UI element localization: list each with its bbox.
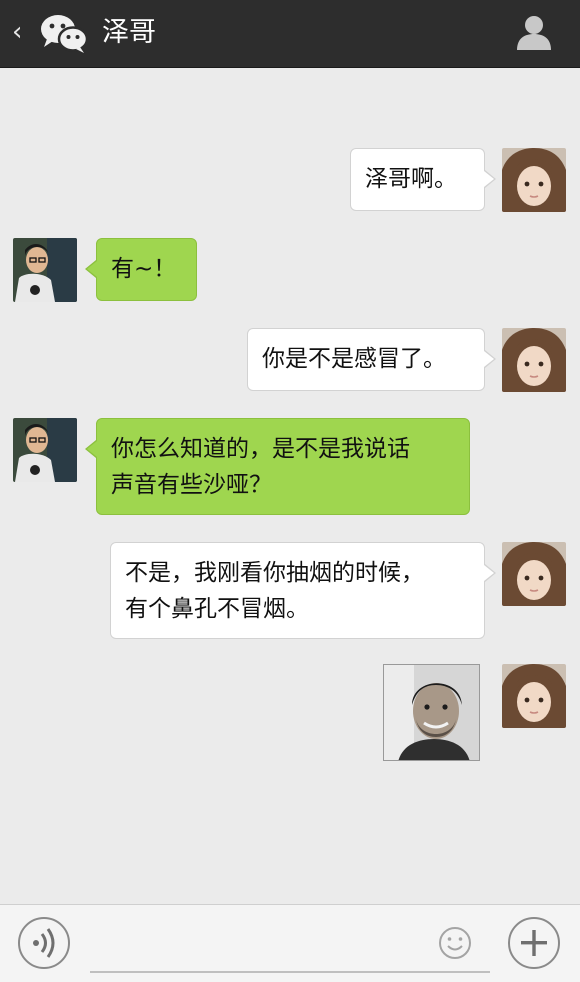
contact-avatar[interactable] xyxy=(13,418,77,482)
smiling-man-photo xyxy=(384,665,479,760)
chevron-left-icon[interactable]: ‹ xyxy=(12,18,22,46)
message-text: 你是不是感冒了。 xyxy=(262,346,446,372)
image-message[interactable] xyxy=(383,664,480,761)
message-input[interactable] xyxy=(90,913,490,973)
message-bubble-incoming[interactable]: 有~！ xyxy=(85,238,197,301)
wechat-logo-icon[interactable] xyxy=(38,11,90,55)
message-text-line-2: 声音有些沙哑？ xyxy=(111,472,272,498)
smiley-icon[interactable] xyxy=(437,925,473,961)
message-bubble-outgoing[interactable]: 你是不是感冒了。 xyxy=(247,328,496,391)
plus-button[interactable] xyxy=(508,917,560,969)
message-bubble-outgoing[interactable]: 不是，我刚看你抽烟的时候， 有个鼻孔不冒烟。 xyxy=(110,542,496,639)
chat-title: 泽哥 xyxy=(102,17,156,48)
contact-avatar[interactable] xyxy=(13,238,77,302)
message-bubble-incoming[interactable]: 你怎么知道的，是不是我说话 声音有些沙哑？ xyxy=(85,418,470,515)
plus-icon xyxy=(521,930,547,956)
message-text: 有~！ xyxy=(111,256,177,282)
message-text-line-1: 你怎么知道的，是不是我说话 xyxy=(111,436,410,462)
my-avatar[interactable] xyxy=(502,148,566,212)
message-text: 泽哥啊。 xyxy=(365,166,457,192)
message-text-line-2: 有个鼻孔不冒烟。 xyxy=(125,596,309,622)
my-avatar[interactable] xyxy=(502,664,566,728)
message-bubble-outgoing[interactable]: 泽哥啊。 xyxy=(350,148,496,211)
voice-icon xyxy=(33,928,55,958)
input-toolbar xyxy=(0,904,580,982)
voice-button[interactable] xyxy=(18,917,70,969)
message-list[interactable]: 泽哥啊。 有~！ 你是不是感冒了。 你怎么知道的，是不是我说话 声音有些沙哑？ … xyxy=(0,68,580,904)
my-avatar[interactable] xyxy=(502,542,566,606)
message-text-line-1: 不是，我刚看你抽烟的时候， xyxy=(125,560,424,586)
person-icon[interactable] xyxy=(514,12,554,52)
my-avatar[interactable] xyxy=(502,328,566,392)
chat-header: ‹ 泽哥 xyxy=(0,0,580,68)
